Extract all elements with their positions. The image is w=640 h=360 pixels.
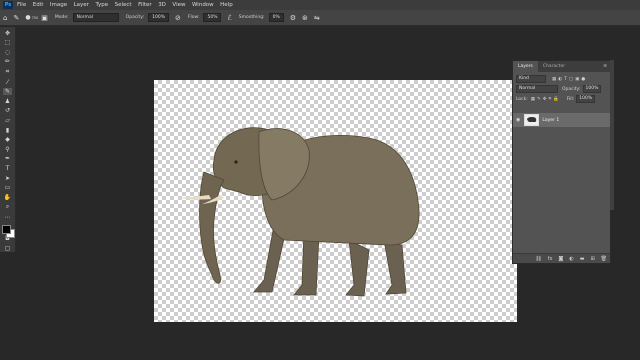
smoothing-field[interactable]: 0% — [268, 13, 284, 22]
lock-icons[interactable]: ▦✎✥⌗🔒 — [531, 96, 561, 102]
tab-layers[interactable]: Layers — [513, 61, 538, 72]
opacity-field[interactable]: 100% — [582, 85, 602, 93]
elephant-image — [177, 127, 420, 297]
hand-tool-icon[interactable]: ✋ — [3, 194, 12, 201]
color-swatches[interactable] — [1, 224, 15, 238]
lock-label: Lock: — [516, 96, 528, 102]
brush-preset-icon[interactable]: ● — [25, 14, 30, 21]
brush-tool-icon[interactable]: ✎ — [13, 14, 19, 22]
options-bar: ⌂ ✎ ● 750 ▣ Mode: Normal Opacity: 100% ⊘… — [0, 10, 640, 26]
blur-tool-icon[interactable]: ◆ — [3, 136, 12, 143]
zoom-tool-icon[interactable]: ⌕ — [3, 203, 12, 211]
pressure-opacity-icon[interactable]: ⊘ — [175, 14, 181, 22]
dodge-tool-icon[interactable]: ⚲ — [3, 146, 12, 153]
menu-view[interactable]: View — [172, 2, 185, 8]
adjustment-layer-icon[interactable]: ◐ — [569, 256, 573, 262]
brush-size-value: 750 — [31, 15, 39, 20]
foreground-color-swatch[interactable] — [1, 224, 11, 234]
filter-row: Kind ▦◐T▢▣● — [513, 74, 610, 84]
layer-name[interactable]: Layer 1 — [542, 118, 559, 123]
layer-row[interactable]: ◉ Layer 1 — [513, 113, 610, 127]
menu-3d[interactable]: 3D — [158, 2, 166, 8]
fill-label: Fill: — [566, 96, 575, 102]
new-group-icon[interactable]: ▬ — [580, 256, 585, 262]
more-tools-icon[interactable]: ⋯ — [3, 214, 12, 221]
layer-thumbnail[interactable] — [524, 114, 540, 126]
eye-icon[interactable]: ◉ — [516, 117, 520, 123]
marquee-tool-icon[interactable]: ⬚ — [3, 39, 12, 46]
tab-character[interactable]: Character — [538, 61, 570, 72]
mode-dropdown[interactable]: Normal — [72, 13, 119, 22]
opacity-label: Opacity: — [125, 15, 145, 20]
menu-help[interactable]: Help — [220, 2, 233, 8]
opacity-field[interactable]: 100% — [148, 13, 170, 22]
menu-layer[interactable]: Layer — [74, 2, 89, 8]
panel-tabs: Layers Character ≡ — [513, 61, 610, 72]
eyedropper-tool-icon[interactable]: ⁄ — [3, 79, 12, 86]
fill-field[interactable]: 100% — [576, 95, 596, 103]
panel-menu-icon[interactable]: ≡ — [603, 64, 607, 69]
menu-image[interactable]: Image — [50, 2, 67, 8]
settings-gear-icon[interactable]: ⚙ — [290, 14, 296, 22]
menu-type[interactable]: Type — [95, 2, 108, 8]
pressure-size-icon[interactable]: ⊛ — [302, 14, 308, 22]
layer-thumbnail-image — [527, 117, 537, 122]
new-layer-icon[interactable]: ⊞ — [590, 256, 594, 262]
menu-bar: Ps File Edit Image Layer Type Select Fil… — [0, 0, 640, 10]
airbrush-icon[interactable]: ℰ — [227, 14, 231, 22]
lasso-tool-icon[interactable]: ◌ — [3, 49, 12, 56]
delete-layer-icon[interactable]: 🗑 — [601, 256, 607, 262]
quick-select-tool-icon[interactable]: ✏ — [3, 58, 12, 65]
layers-panel: Layers Character ≡ Kind ▦◐T▢▣● Normal Op… — [512, 60, 611, 264]
gradient-tool-icon[interactable]: ▮ — [3, 127, 12, 134]
symmetry-icon[interactable]: ⇋ — [314, 14, 320, 22]
screen-mode-icon[interactable]: ▢ — [3, 245, 12, 252]
menu-file[interactable]: File — [17, 2, 26, 8]
photoshop-logo[interactable]: Ps — [3, 1, 13, 9]
link-layers-icon[interactable]: ⛓ — [535, 256, 541, 262]
blend-mode-dropdown[interactable]: Normal — [516, 85, 558, 93]
opacity-label: Opacity: — [562, 86, 581, 92]
stamp-tool-icon[interactable]: ♟ — [3, 98, 12, 105]
eraser-tool-icon[interactable]: ▱ — [3, 117, 12, 124]
flow-field[interactable]: 50% — [203, 13, 222, 22]
shape-tool-icon[interactable]: ▭ — [3, 184, 12, 191]
panel-footer: ⛓ fx ◙ ◐ ▬ ⊞ 🗑 — [513, 253, 610, 263]
move-tool-icon[interactable]: ✥ — [3, 30, 12, 37]
panel-dock-strip — [610, 60, 614, 210]
menu-edit[interactable]: Edit — [33, 2, 44, 8]
flow-label: Flow: — [187, 15, 200, 20]
type-tool-icon[interactable]: T — [3, 165, 12, 172]
lock-row: Lock: ▦✎✥⌗🔒 Fill: 100% — [513, 94, 610, 104]
brush-panel-icon[interactable]: ▣ — [41, 14, 48, 22]
tools-panel: ✥ ⬚ ◌ ✏ ⌗ ⁄ ✎ ♟ ↺ ▱ ▮ ◆ ⚲ ✒ T ➤ ▭ ✋ ⌕ ⋯ … — [0, 27, 16, 252]
blend-row: Normal Opacity: 100% — [513, 84, 610, 94]
add-mask-icon[interactable]: ◙ — [558, 256, 563, 262]
menu-filter[interactable]: Filter — [138, 2, 152, 8]
menu-window[interactable]: Window — [192, 2, 214, 8]
smoothing-label: Smoothing: — [238, 15, 265, 20]
pen-tool-icon[interactable]: ✒ — [3, 155, 12, 162]
mode-label: Mode: — [54, 15, 69, 20]
kind-filter-dropdown[interactable]: Kind — [516, 75, 546, 83]
filter-icons[interactable]: ▦◐T▢▣● — [552, 77, 587, 82]
document-canvas[interactable] — [154, 80, 517, 322]
history-brush-tool-icon[interactable]: ↺ — [3, 107, 12, 114]
layer-style-icon[interactable]: fx — [548, 256, 553, 262]
home-icon[interactable]: ⌂ — [3, 14, 7, 22]
crop-tool-icon[interactable]: ⌗ — [3, 68, 12, 76]
menu-select[interactable]: Select — [115, 2, 132, 8]
path-select-tool-icon[interactable]: ➤ — [3, 175, 12, 182]
brush-tool-icon[interactable]: ✎ — [3, 88, 12, 96]
